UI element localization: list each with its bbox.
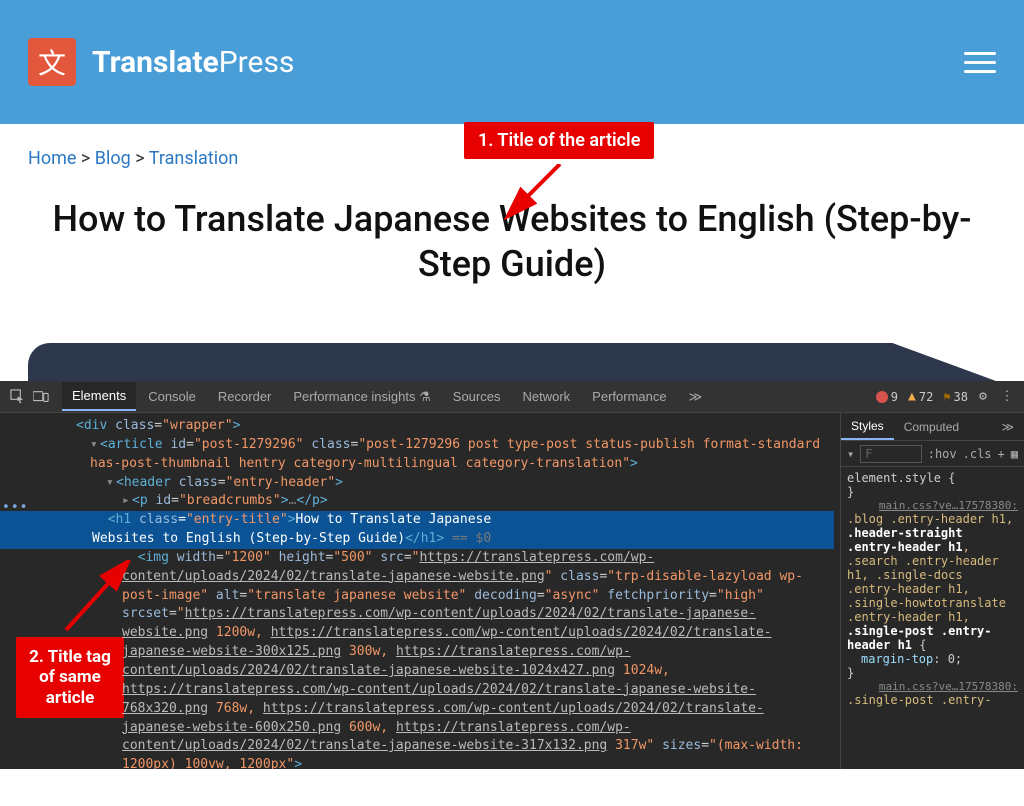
tab-network[interactable]: Network [512,383,580,410]
css-rules[interactable]: element.style { } main.css?ve…17578380: … [841,467,1024,769]
arrow-icon [500,164,570,224]
selected-node[interactable]: <h1 class="entry-title">How to Translate… [0,511,834,549]
chevron-down-icon[interactable]: ▾ [90,436,100,455]
issue-counts[interactable]: 9 ▲72 ⚑38 [876,389,968,404]
breadcrumb-home[interactable]: Home [28,148,76,169]
styles-pane: Styles Computed ≫ ▾ F :hov .cls + ▦ elem… [840,413,1024,769]
tab-recorder[interactable]: Recorder [208,383,281,410]
breadcrumb-sep: > [135,148,144,169]
tab-console[interactable]: Console [138,383,206,410]
page-content: Home > Blog > Translation How to Transla… [0,124,1024,381]
tab-sources[interactable]: Sources [443,383,511,410]
tab-performance[interactable]: Performance [582,383,676,410]
hov-toggle[interactable]: :hov [928,447,957,461]
styles-filter-row: ▾ F :hov .cls + ▦ [841,441,1024,467]
tab-elements[interactable]: Elements [62,382,136,411]
site-header: 文 TranslatePress [0,0,1024,124]
devtools-menu-icon[interactable]: ⋮ [998,388,1016,406]
styles-more[interactable]: ≫ [991,413,1024,440]
hamburger-menu-icon[interactable] [964,46,996,79]
tab-perf-insights[interactable]: Performance insights ⚗ [283,383,440,411]
devtools: Elements Console Recorder Performance in… [0,381,1024,769]
hero-banner-strip [28,343,996,381]
device-toggle-icon[interactable] [32,388,50,406]
warning-icon: ▲ [908,389,916,404]
new-rule-button[interactable]: + [998,447,1005,461]
computed-tab[interactable]: Computed [894,413,969,440]
error-icon [876,391,888,403]
styles-menu-icon[interactable]: ▦ [1011,447,1018,461]
breadcrumb-current[interactable]: Translation [149,148,239,169]
breadcrumb-blog[interactable]: Blog [95,148,131,169]
cls-toggle[interactable]: .cls [963,447,992,461]
flask-icon: ⚗ [419,389,431,404]
tabs-more[interactable]: ≫ [679,383,713,411]
logo-icon: 文 [28,38,76,86]
breadcrumb-sep: > [81,148,90,169]
chevron-right-icon[interactable]: ▸ [122,492,132,511]
styles-tab[interactable]: Styles [841,413,894,440]
elements-dom-tree[interactable]: ••• <div class="wrapper"> ▾<article id="… [0,413,840,769]
brand[interactable]: 文 TranslatePress [28,38,294,86]
chevron-down-icon[interactable]: ▾ [106,474,116,493]
devtools-tabs: Elements Console Recorder Performance in… [62,382,870,411]
gear-icon[interactable]: ⚙ [974,388,992,406]
devtools-toolbar: Elements Console Recorder Performance in… [0,381,1024,413]
overflow-indicator: ••• [2,499,28,518]
filter-icon[interactable]: ▾ [847,447,854,461]
filter-input[interactable]: F [860,445,921,463]
annotation-1: 1. Title of the article [464,122,654,159]
brand-text: TranslatePress [92,45,294,80]
inspect-icon[interactable] [8,388,26,406]
info-icon: ⚑ [943,390,950,404]
